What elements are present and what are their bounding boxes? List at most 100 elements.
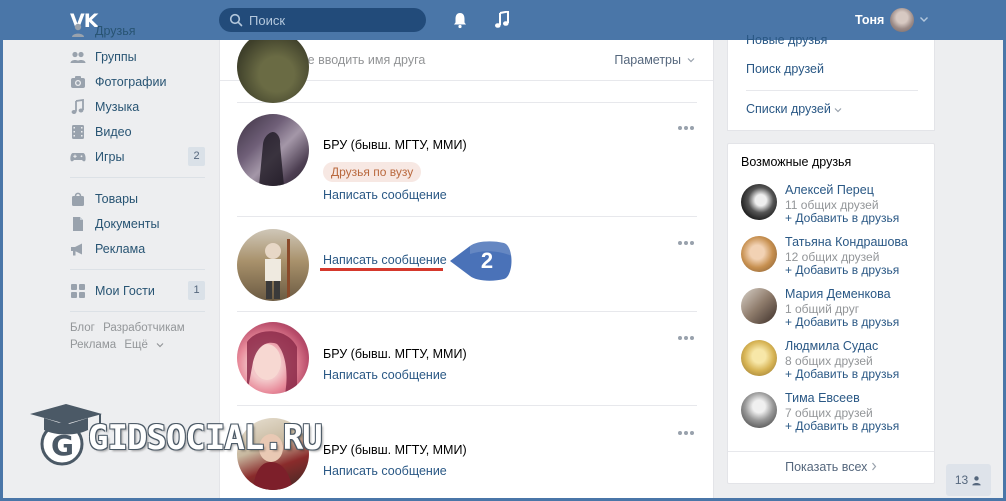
- chevron-down-icon: [834, 108, 842, 113]
- document-icon: [73, 216, 83, 231]
- add-friend-link[interactable]: + Добавить в друзья: [785, 367, 899, 381]
- friend-card: БРУ (бывш. МГТУ, ММИ) Друзья по вузу Нап…: [237, 103, 697, 217]
- params-label: Параметры: [614, 53, 681, 67]
- friend-subtitle: БРУ (бывш. МГТУ, ММИ): [323, 443, 467, 457]
- more-actions-icon[interactable]: [677, 125, 695, 131]
- sidebar-item-label: Друзья: [95, 24, 136, 38]
- sidebar-item-music[interactable]: Музыка: [60, 94, 210, 119]
- camera-icon: [71, 75, 85, 88]
- sidebar-item-friends[interactable]: Друзья: [60, 20, 210, 38]
- add-friend-link[interactable]: + Добавить в друзья: [785, 315, 899, 329]
- more-actions-icon[interactable]: [677, 430, 695, 436]
- gamepad-icon: [70, 152, 86, 161]
- possible-friend-avatar[interactable]: [741, 184, 777, 220]
- friend-search-input[interactable]: [263, 51, 603, 69]
- add-friend-link[interactable]: + Добавить в друзья: [785, 263, 899, 277]
- footer-link-ads[interactable]: Реклама: [70, 339, 116, 351]
- user-avatar[interactable]: [890, 8, 914, 32]
- sidebar-item-ads[interactable]: Реклама: [60, 236, 210, 261]
- friend-avatar[interactable]: [237, 114, 309, 186]
- possible-friends-title: Возможные друзья: [741, 155, 852, 169]
- params-dropdown[interactable]: Параметры: [614, 53, 695, 67]
- global-search[interactable]: [219, 8, 426, 32]
- music-icon: [71, 98, 84, 114]
- possible-friend-avatar[interactable]: [741, 340, 777, 376]
- possible-friend-common[interactable]: 7 общих друзей: [785, 406, 873, 420]
- sidebar-divider: [70, 177, 205, 178]
- friend-avatar[interactable]: [237, 40, 309, 103]
- global-search-input[interactable]: [249, 12, 419, 28]
- possible-friend-avatar[interactable]: [741, 236, 777, 272]
- sidebar-item-photos[interactable]: Фотографии: [60, 69, 210, 94]
- friend-avatar[interactable]: [237, 322, 309, 394]
- add-friend-link[interactable]: + Добавить в друзья: [785, 211, 899, 225]
- add-friend-link[interactable]: + Добавить в друзья: [785, 419, 899, 433]
- possible-friend-name[interactable]: Тима Евсеев: [785, 391, 860, 405]
- possible-friend-name[interactable]: Алексей Перец: [785, 183, 874, 197]
- chevron-down-icon[interactable]: [919, 14, 929, 24]
- chevron-down-icon: [687, 58, 695, 63]
- sidebar-item-groups[interactable]: Группы: [60, 44, 210, 69]
- friend-card-partial: [237, 40, 697, 103]
- university-friends-tag[interactable]: Друзья по вузу: [323, 162, 422, 182]
- possible-friend-common[interactable]: 1 общий друг: [785, 302, 859, 316]
- possible-friend-name[interactable]: Мария Деменкова: [785, 287, 891, 301]
- sidebar-item-guests[interactable]: Мои Гости 1: [60, 278, 210, 303]
- online-count: 13: [954, 473, 969, 487]
- footer-link-more[interactable]: Ещё: [124, 339, 164, 351]
- sidebar-item-video[interactable]: Видео: [60, 119, 210, 144]
- possible-friend-name[interactable]: Людмила Судас: [785, 339, 878, 353]
- possible-friend-name[interactable]: Татьяна Кондрашова: [785, 235, 908, 249]
- sidebar-item-label: Группы: [95, 49, 137, 64]
- write-message-link[interactable]: Написать сообщение: [323, 188, 447, 202]
- possible-friend-avatar[interactable]: [741, 288, 777, 324]
- new-friends-link[interactable]: Новые друзья: [746, 33, 827, 47]
- write-message-link[interactable]: Написать сообщение: [323, 464, 447, 478]
- annotation-number: 2: [480, 248, 494, 273]
- write-message-link[interactable]: Написать сообщение: [323, 368, 447, 382]
- sidebar-item-label: Видео: [95, 124, 132, 139]
- more-actions-icon[interactable]: [677, 335, 695, 341]
- sidebar-item-label: Мои Гости: [95, 283, 155, 298]
- sidebar-item-label: Фотографии: [95, 74, 167, 89]
- annotation-underline: [320, 268, 443, 271]
- more-actions-icon[interactable]: [677, 240, 695, 246]
- guests-count-badge: 1: [188, 281, 205, 300]
- write-message-link[interactable]: Написать сообщение: [323, 253, 447, 267]
- user-icon: [72, 23, 84, 37]
- add-friend-label: Добавить в друзья: [795, 419, 900, 433]
- find-friends-link[interactable]: Поиск друзей: [746, 62, 824, 76]
- sidebar-divider: [70, 311, 205, 312]
- friend-card: БРУ (бывш. МГТУ, ММИ) Написать сообщение: [237, 312, 697, 406]
- footer-link-more-label: Ещё: [124, 339, 148, 351]
- sidebar-item-label: Товары: [95, 191, 138, 206]
- user-name[interactable]: Тоня: [855, 13, 884, 27]
- friend-lists-dropdown[interactable]: Списки друзей: [746, 102, 842, 116]
- friend-subtitle: БРУ (бывш. МГТУ, ММИ): [323, 138, 467, 152]
- games-count-badge: 2: [188, 147, 205, 166]
- possible-friend-common[interactable]: 8 общих друзей: [785, 354, 873, 368]
- show-all-link[interactable]: Показать всех: [728, 460, 934, 474]
- friends-menu-panel: Новые друзья Поиск друзей Списки друзей: [727, 33, 935, 131]
- possible-friend-avatar[interactable]: [741, 392, 777, 428]
- possible-friend-common[interactable]: 11 общих друзей: [785, 198, 879, 212]
- show-all-divider: [728, 451, 934, 452]
- group-icon: [70, 51, 86, 63]
- footer-link-blog[interactable]: Блог: [70, 322, 95, 334]
- friend-avatar[interactable]: [237, 229, 309, 301]
- possible-friends-panel: Возможные друзья Алексей Перец 11 общих …: [727, 143, 935, 484]
- chevron-right-icon: [871, 462, 877, 471]
- possible-friend-common[interactable]: 12 общих друзей: [785, 250, 879, 264]
- sidebar-item-label: Документы: [95, 216, 160, 231]
- bag-icon: [72, 192, 84, 206]
- sidebar-item-documents[interactable]: Документы: [60, 211, 210, 236]
- music-note-icon[interactable]: [494, 11, 510, 29]
- chevron-down-icon: [156, 343, 164, 348]
- sidebar-item-label: Игры: [95, 149, 125, 164]
- search-icon: [229, 13, 243, 27]
- sidebar-item-games[interactable]: Игры 2: [60, 144, 210, 169]
- bell-icon[interactable]: [451, 11, 469, 29]
- online-friends-badge[interactable]: 13: [946, 464, 991, 496]
- footer-link-developers[interactable]: Разработчикам: [103, 322, 185, 334]
- sidebar-item-goods[interactable]: Товары: [60, 186, 210, 211]
